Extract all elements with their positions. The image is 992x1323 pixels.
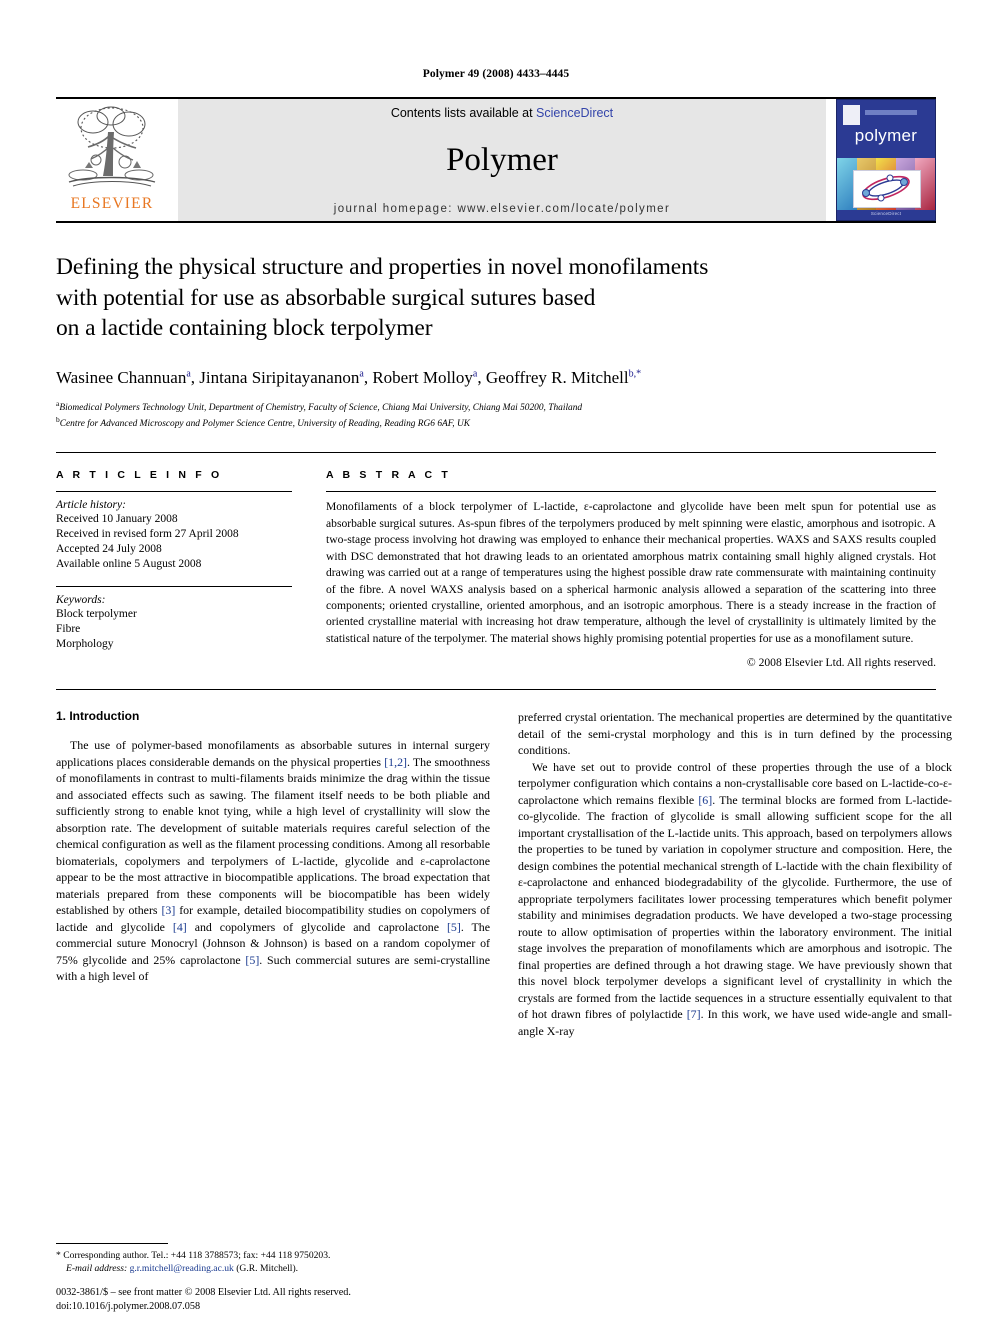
issn-front-matter: 0032-3861/$ – see front matter © 2008 El… bbox=[56, 1287, 351, 1299]
citation-1-2[interactable]: [1,2] bbox=[384, 755, 407, 769]
author-name-2[interactable]: Jintana Siripitayananon bbox=[199, 368, 359, 387]
article-first-page: Polymer 49 (2008) 4433–4445 ELSEVIER Con… bbox=[0, 0, 992, 1323]
citation-7[interactable]: [7] bbox=[687, 1007, 701, 1021]
history-accepted: Accepted 24 July 2008 bbox=[56, 543, 162, 556]
intro-paragraph-left: The use of polymer-based monofilaments a… bbox=[56, 737, 490, 984]
author-name-4[interactable]: Geoffrey R. Mitchell bbox=[486, 368, 629, 387]
intro-paragraph-right-2: We have set out to provide control of th… bbox=[518, 759, 952, 1039]
article-info-column: A R T I C L E I N F O Article history: R… bbox=[56, 469, 292, 669]
molecule-icon bbox=[862, 174, 910, 202]
footnote-rule bbox=[56, 1242, 168, 1244]
sciencedirect-link[interactable]: ScienceDirect bbox=[536, 106, 613, 120]
cover-molecule-inset bbox=[853, 170, 921, 208]
journal-masthead: ELSEVIER Contents lists available at Sci… bbox=[56, 97, 936, 221]
history-received: Received 10 January 2008 bbox=[56, 513, 178, 526]
keyword-1: Block terpolymer bbox=[56, 607, 137, 620]
author-name-3[interactable]: Robert Molloy bbox=[372, 368, 473, 387]
intro-paragraph-right-continued: preferred crystal orientation. The mecha… bbox=[518, 710, 952, 758]
email-label: E-mail address: bbox=[66, 1262, 128, 1274]
body-column-left: 1. Introduction The use of polymer-based… bbox=[56, 709, 490, 1139]
abstract-rule bbox=[326, 491, 936, 493]
abstract-text: Monofilaments of a block terpolymer of L… bbox=[326, 500, 936, 645]
citation-4[interactable]: [4] bbox=[173, 920, 187, 934]
citation-5b[interactable]: [5] bbox=[245, 953, 259, 967]
intro-text-2: . The smoothness of monofilaments in con… bbox=[56, 754, 491, 918]
article-history-label: Article history: bbox=[56, 499, 126, 512]
keywords-rule bbox=[56, 585, 292, 587]
keyword-2: Fibre bbox=[56, 622, 81, 635]
footnote-block: * Corresponding author. Tel.: +44 118 37… bbox=[56, 1242, 490, 1275]
corresponding-author-text: Corresponding author. Tel.: +44 118 3788… bbox=[60, 1249, 331, 1261]
author-affil-mark-4: b,* bbox=[628, 367, 642, 379]
masthead-bottom-rule bbox=[56, 221, 936, 223]
affiliation-a: aBiomedical Polymers Technology Unit, De… bbox=[56, 399, 936, 416]
author-list: Wasinee Channuana, Jintana Siripitayanan… bbox=[56, 367, 642, 387]
affiliation-block: aBiomedical Polymers Technology Unit, De… bbox=[56, 399, 936, 433]
author-affil-mark-1: a bbox=[186, 367, 191, 379]
abstract-heading: A B S T R A C T bbox=[326, 469, 451, 482]
author-affil-mark-2: a bbox=[359, 367, 364, 379]
elsevier-logo: ELSEVIER bbox=[56, 99, 168, 221]
doi-line: doi:10.1016/j.polymer.2008.07.058 bbox=[56, 1300, 201, 1312]
elsevier-wordmark: ELSEVIER bbox=[70, 195, 154, 212]
info-and-abstract: A R T I C L E I N F O Article history: R… bbox=[56, 452, 936, 669]
citation-3[interactable]: [3] bbox=[161, 903, 175, 917]
journal-title: Polymer bbox=[446, 142, 558, 178]
elsevier-tree-icon bbox=[68, 106, 156, 187]
intro-right-text-2: . The terminal blocks are formed from L-… bbox=[518, 792, 952, 1022]
keyword-3: Morphology bbox=[56, 637, 114, 650]
article-info-rule bbox=[56, 491, 292, 493]
citation-6[interactable]: [6] bbox=[698, 793, 712, 807]
corresponding-author-note: * Corresponding author. Tel.: +44 118 37… bbox=[56, 1249, 490, 1262]
imprint-block: 0032-3861/$ – see front matter © 2008 El… bbox=[56, 1286, 556, 1313]
abstract-copyright: © 2008 Elsevier Ltd. All rights reserved… bbox=[746, 656, 936, 670]
masthead-center-panel: Contents lists available at ScienceDirec… bbox=[178, 99, 826, 221]
affiliation-a-text: Biomedical Polymers Technology Unit, Dep… bbox=[59, 402, 583, 413]
page-title: Defining the physical structure and prop… bbox=[56, 252, 936, 344]
article-info-heading: A R T I C L E I N F O bbox=[56, 469, 223, 482]
cover-elsevier-mark-icon bbox=[843, 105, 860, 125]
section-heading-introduction: 1. Introduction bbox=[56, 709, 140, 724]
affiliation-b-text: Centre for Advanced Microscopy and Polym… bbox=[59, 419, 470, 430]
cover-footer-text: ScienceDirect bbox=[870, 211, 902, 216]
keywords-label: Keywords: bbox=[56, 593, 106, 606]
journal-homepage-line[interactable]: journal homepage: www.elsevier.com/locat… bbox=[194, 203, 810, 215]
cover-accent-bar bbox=[865, 110, 917, 115]
history-online: Available online 5 August 2008 bbox=[56, 558, 202, 571]
body-column-right: preferred crystal orientation. The mecha… bbox=[518, 709, 952, 1139]
affiliation-b: bCentre for Advanced Microscopy and Poly… bbox=[56, 415, 936, 432]
abstract-column: A B S T R A C T Monofilaments of a block… bbox=[326, 469, 936, 669]
journal-cover-thumbnail: polymer ScienceDirect bbox=[836, 99, 936, 221]
cover-brand-text: polymer bbox=[854, 126, 918, 145]
title-line-1: Defining the physical structure and prop… bbox=[56, 254, 709, 280]
intro-text-4: and copolymers of glycolide and caprolac… bbox=[186, 919, 447, 934]
author-name-1[interactable]: Wasinee Channuan bbox=[56, 368, 186, 387]
contents-prefix: Contents lists available at bbox=[390, 106, 537, 120]
citation-5[interactable]: [5] bbox=[447, 920, 461, 934]
body-top-rule bbox=[56, 689, 936, 691]
email-address-link[interactable]: g.r.mitchell@reading.ac.uk bbox=[130, 1263, 234, 1274]
email-owner: (G.R. Mitchell). bbox=[236, 1262, 299, 1274]
history-revised: Received in revised form 27 April 2008 bbox=[56, 528, 239, 541]
email-note: E-mail address: g.r.mitchell@reading.ac.… bbox=[56, 1262, 490, 1275]
body-columns: 1. Introduction The use of polymer-based… bbox=[56, 709, 952, 1139]
running-head: Polymer 49 (2008) 4433–4445 bbox=[422, 68, 570, 80]
contents-available-line: Contents lists available at ScienceDirec… bbox=[194, 106, 810, 120]
author-affil-mark-3: a bbox=[472, 367, 478, 379]
title-line-3: on a lactide containing block terpolymer bbox=[56, 315, 433, 342]
title-line-2: with potential for use as absorbable sur… bbox=[56, 284, 596, 311]
